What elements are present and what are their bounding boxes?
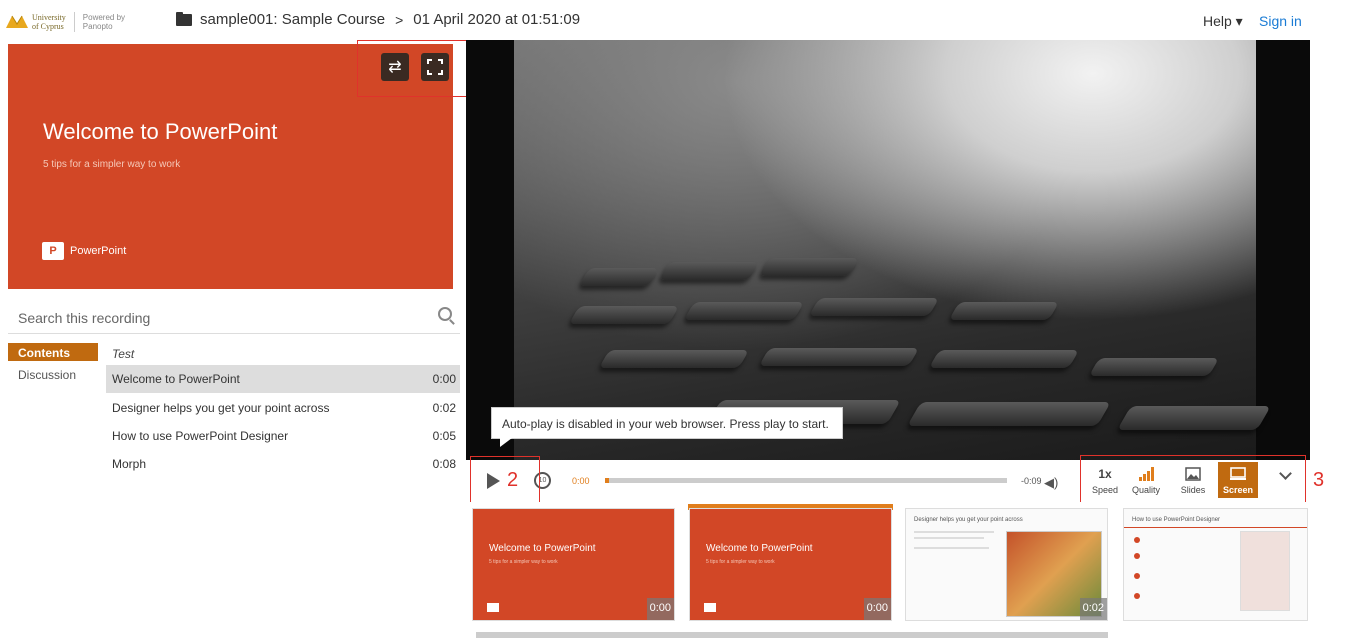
top-bar: University of Cyprus Powered by Panopto … <box>0 0 1310 40</box>
list-item-title: Designer helps you get your point across <box>112 401 330 415</box>
keyboard-key <box>808 298 940 316</box>
search-icon[interactable] <box>438 307 452 321</box>
help-menu[interactable]: Help ▾ <box>1203 13 1243 30</box>
thumbnail-subtitle: 5 tips for a simpler way to work <box>706 559 775 565</box>
list-item-title: Morph <box>112 457 147 471</box>
breadcrumb-course[interactable]: sample001: Sample Course <box>200 11 385 28</box>
thumbnail-text-line <box>914 547 989 549</box>
video-frame-keyboard <box>514 40 1271 460</box>
autoplay-tooltip: Auto-play is disabled in your web browse… <box>491 407 843 447</box>
list-item-title: Welcome to PowerPoint <box>112 372 240 386</box>
folder-icon <box>176 11 192 26</box>
keyboard-key <box>568 306 680 324</box>
thumbnail-bullet <box>1134 537 1140 543</box>
powerpoint-icon <box>487 603 499 612</box>
thumbnail-image <box>1240 531 1290 611</box>
keyboard-key <box>1117 406 1271 430</box>
keyboard-key <box>758 348 920 366</box>
powerpoint-label: PowerPoint <box>70 245 127 257</box>
keyboard-key <box>907 402 1111 426</box>
remaining-time: -0:09 <box>1021 476 1042 486</box>
search-input[interactable]: Search this recording <box>18 310 150 326</box>
thumbnail-time: 0:02 <box>1079 598 1107 620</box>
seek-bar-progress <box>605 478 610 483</box>
university-crest-icon <box>6 14 28 30</box>
keyboard-key <box>928 350 1080 368</box>
university-name-line1: University <box>32 13 66 22</box>
powered-by-line1: Powered by <box>82 13 126 22</box>
thumbnail-time: 0:00 <box>863 598 891 620</box>
list-item[interactable]: How to use PowerPoint Designer 0:05 <box>106 422 460 450</box>
thumbnail[interactable]: How to use PowerPoint Designer <box>1123 508 1308 621</box>
list-item-title: How to use PowerPoint Designer <box>112 429 289 443</box>
thumbnail-title: Welcome to PowerPoint <box>489 543 596 554</box>
main-video[interactable] <box>466 40 1310 460</box>
keyboard-key <box>948 302 1060 320</box>
powerpoint-icon: P <box>42 242 64 260</box>
university-name: University of Cyprus <box>32 13 66 31</box>
thumbnail-bullet <box>1134 553 1140 559</box>
thumbnail-title: How to use PowerPoint Designer <box>1132 517 1221 523</box>
university-name-line2: of Cyprus <box>32 22 64 31</box>
university-logo[interactable]: University of Cyprus Powered by Panopto <box>6 12 125 32</box>
keyboard-key <box>1088 358 1220 376</box>
keyboard-key <box>598 350 750 368</box>
breadcrumb: sample001: Sample Course > 01 April 2020… <box>176 11 580 28</box>
keyboard-key <box>578 268 660 286</box>
sign-in-link[interactable]: Sign in <box>1259 13 1302 29</box>
list-item[interactable]: Welcome to PowerPoint 0:00 <box>106 365 460 393</box>
list-item-time: 0:00 <box>432 372 456 386</box>
volume-icon[interactable]: ◀) <box>1044 475 1058 491</box>
contents-heading: Test <box>112 347 135 361</box>
powered-by-panopto: Powered by Panopto <box>83 13 125 31</box>
breadcrumb-session: 01 April 2020 at 01:51:09 <box>413 11 581 28</box>
keyboard-key <box>683 302 805 320</box>
tab-discussion[interactable]: Discussion <box>18 368 76 382</box>
annotation-number-2: 2 <box>507 469 519 491</box>
thumbnail[interactable]: Welcome to PowerPoint 5 tips for a simpl… <box>689 508 892 621</box>
thumbnail-bullet <box>1134 573 1140 579</box>
list-item[interactable]: Morph 0:08 <box>106 450 460 478</box>
thumbnail-text-line <box>914 537 984 539</box>
seek-bar[interactable] <box>605 478 1007 483</box>
thumbnail-title: Welcome to PowerPoint <box>706 543 813 554</box>
powered-by-line2: Panopto <box>82 22 113 31</box>
powerpoint-logo: P PowerPoint <box>42 242 126 260</box>
thumbnail-scrollbar[interactable] <box>476 632 1108 638</box>
powerpoint-icon <box>704 603 716 612</box>
tab-contents[interactable]: Contents <box>8 343 98 361</box>
thumbnail-rule <box>1124 527 1307 528</box>
search-bar[interactable]: Search this recording <box>8 300 460 334</box>
chevron-right-icon: > <box>395 11 404 28</box>
thumbnail[interactable]: Welcome to PowerPoint 5 tips for a simpl… <box>472 508 675 621</box>
thumbnail-time: 0:00 <box>646 598 674 620</box>
thumbnail-text-line <box>914 531 994 533</box>
slide-subtitle: 5 tips for a simpler way to work <box>43 159 181 170</box>
keyboard-key <box>758 258 860 276</box>
logo-divider <box>73 12 75 32</box>
slide-title: Welcome to PowerPoint <box>43 119 278 144</box>
thumbnail-bullet <box>1134 593 1140 599</box>
list-item-time: 0:02 <box>432 401 456 415</box>
annotation-box-2 <box>470 456 540 506</box>
keyboard-key <box>658 262 760 280</box>
list-item[interactable]: Designer helps you get your point across… <box>106 394 460 422</box>
thumbnail-title: Designer helps you get your point across <box>914 517 1023 523</box>
elapsed-time: 0:00 <box>572 476 590 486</box>
thumbnail-subtitle: 5 tips for a simpler way to work <box>489 559 558 565</box>
thumbnail[interactable]: Designer helps you get your point across… <box>905 508 1108 621</box>
annotation-number-3: 3 <box>1313 469 1325 491</box>
list-item-time: 0:05 <box>432 429 456 443</box>
list-item-time: 0:08 <box>432 457 456 471</box>
